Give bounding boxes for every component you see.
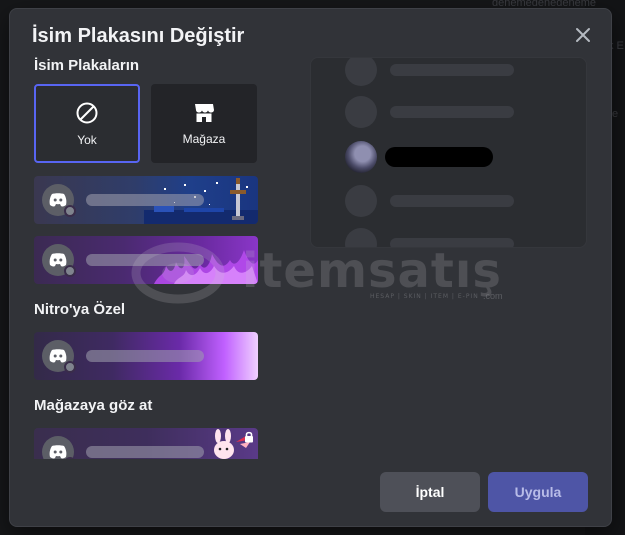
placeholder-avatar <box>345 58 377 86</box>
discord-logo-icon <box>49 193 67 207</box>
user-avatar <box>345 141 377 173</box>
section-title-shop: Mağazaya göz at <box>34 397 153 414</box>
preview-row <box>345 185 565 217</box>
preview-row <box>345 228 565 247</box>
lock-icon <box>245 431 253 443</box>
placeholder-bar <box>390 195 514 207</box>
status-dot <box>64 361 76 373</box>
close-button[interactable] <box>571 23 595 47</box>
cancel-button[interactable]: İptal <box>380 472 480 512</box>
preview-row <box>345 96 565 128</box>
redacted-username <box>385 147 493 167</box>
nameplate-modal: İsim Plakasını Değiştir İsim Plakaların … <box>9 8 612 527</box>
discord-logo-icon <box>49 445 67 459</box>
status-dot <box>64 205 76 217</box>
username-placeholder-bar <box>86 254 204 266</box>
discord-logo-icon <box>49 349 67 363</box>
nameplate-option-purple-flames[interactable] <box>34 236 258 284</box>
tile-none[interactable]: Yok <box>34 84 140 163</box>
nameplate-option-bunny[interactable] <box>34 428 258 459</box>
status-dot <box>64 265 76 277</box>
nameplate-preview <box>310 57 587 248</box>
tile-shop[interactable]: Mağaza <box>151 84 257 163</box>
placeholder-avatar <box>345 185 377 217</box>
preview-user-row <box>345 141 565 173</box>
nameplate-list[interactable]: İsim Plakaların Yok Mağaza Nitro'ya Özel… <box>10 9 290 459</box>
username-placeholder-bar <box>86 350 204 362</box>
placeholder-bar <box>390 238 514 247</box>
placeholder-bar <box>390 106 514 118</box>
ban-icon <box>76 102 98 123</box>
shop-icon <box>195 103 214 122</box>
placeholder-bar <box>390 64 514 76</box>
watermark-suffix: .com <box>483 291 503 301</box>
nameplate-option-pixel-sword[interactable] <box>34 176 258 224</box>
placeholder-avatar <box>345 96 377 128</box>
section-title-nitro: Nitro'ya Özel <box>34 301 126 318</box>
apply-button[interactable]: Uygula <box>488 472 588 512</box>
section-title-owned: İsim Plakaların <box>34 57 140 74</box>
watermark-subtext: HESAP | SKIN | ITEM | E-PIN <box>370 293 479 300</box>
discord-logo-icon <box>49 253 67 267</box>
username-placeholder-bar <box>86 194 204 206</box>
username-placeholder-bar <box>86 446 204 458</box>
tile-none-label: Yok <box>77 132 97 147</box>
preview-row <box>345 58 565 86</box>
placeholder-avatar <box>345 228 377 247</box>
nameplate-option-purple-glow[interactable] <box>34 332 258 380</box>
close-icon <box>576 28 590 42</box>
tile-shop-label: Mağaza <box>182 131 226 146</box>
